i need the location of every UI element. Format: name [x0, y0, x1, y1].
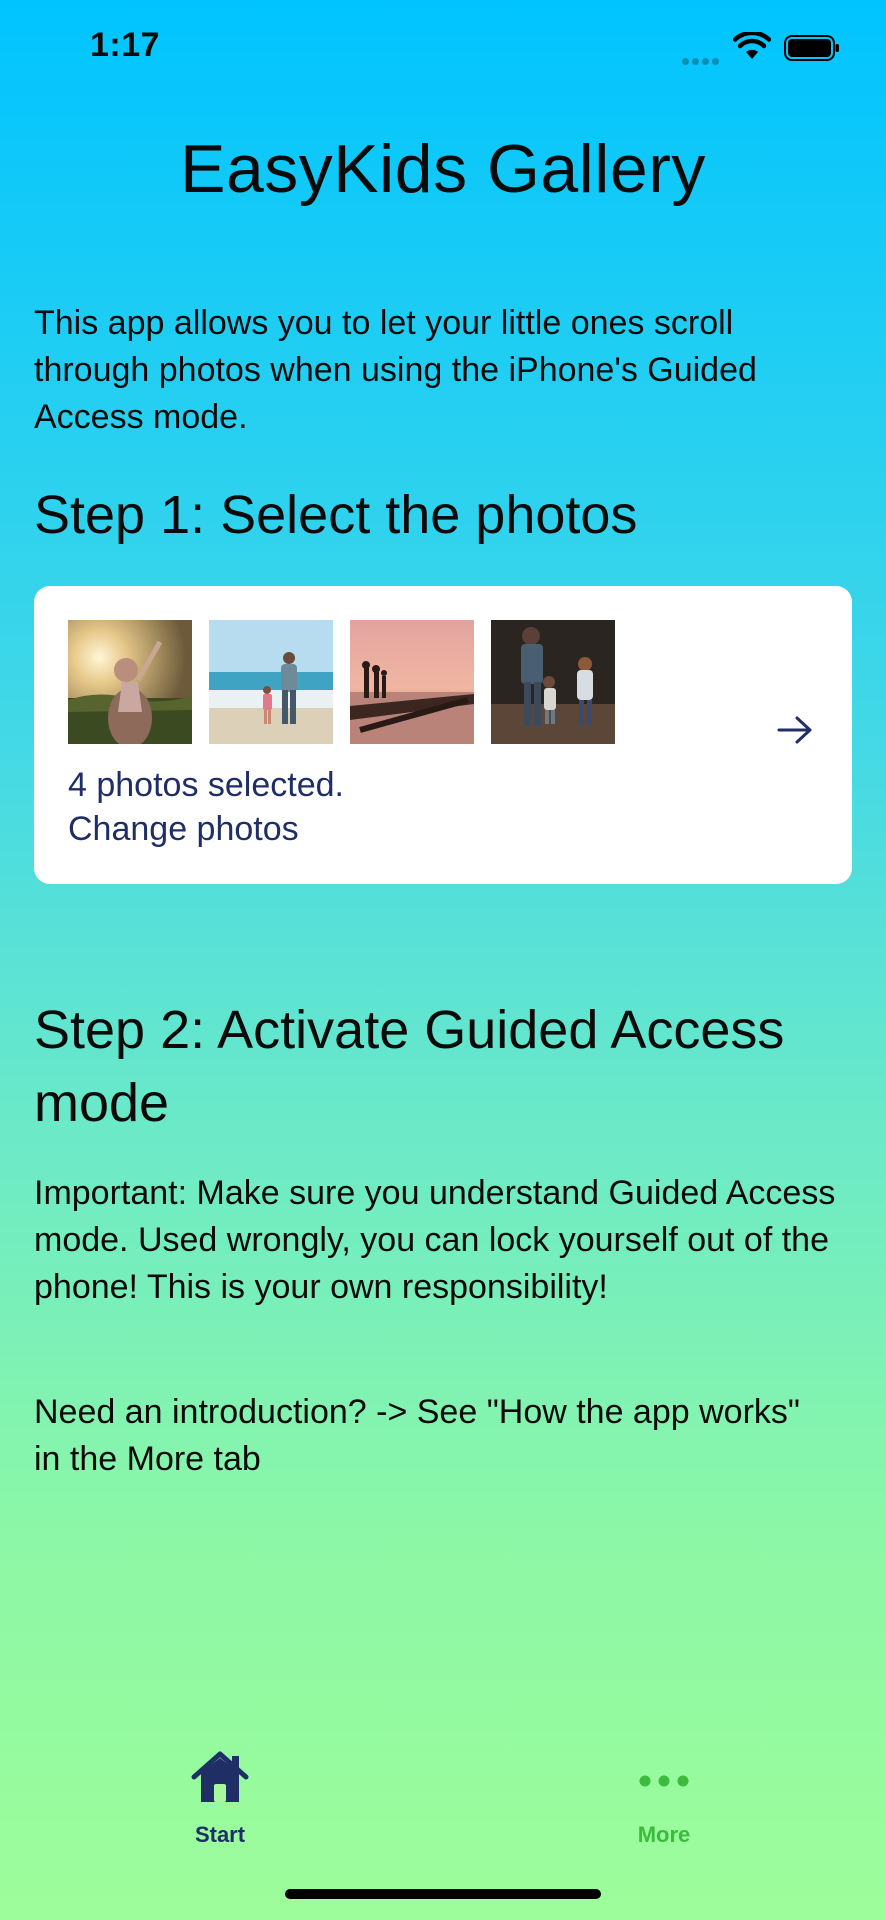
signal-dots-icon — [682, 52, 724, 65]
home-indicator[interactable] — [285, 1889, 601, 1899]
tab-start-label: Start — [194, 1822, 246, 1847]
intro-hint: Need an introduction? -> See "How the ap… — [34, 1393, 800, 1478]
app-title: EasyKids Gallery — [180, 131, 706, 207]
photos-selected-count: 4 photos selected. — [68, 766, 344, 804]
thumbnail-family-walking — [491, 620, 615, 744]
step2-heading: Step 2: Activate Guided Access mode — [34, 1000, 785, 1133]
home-icon — [191, 1751, 249, 1802]
tab-start[interactable]: Start — [120, 1750, 320, 1848]
important-warning: Important: Make sure you understand Guid… — [34, 1174, 836, 1306]
change-photos-link[interactable]: Change photos — [68, 810, 299, 849]
thumbnail-strip — [68, 620, 632, 744]
tab-more[interactable]: More — [564, 1750, 764, 1848]
tab-more-label: More — [637, 1822, 691, 1847]
arrow-right-icon[interactable] — [776, 714, 816, 746]
status-bar: 1:17 — [0, 0, 886, 100]
more-dots-icon — [639, 1775, 689, 1787]
battery-icon — [784, 35, 839, 61]
intro-text: This app allows you to let your little o… — [34, 304, 757, 436]
status-time: 1:17 — [90, 26, 161, 64]
step1-heading: Step 1: Select the photos — [34, 485, 638, 545]
thumbnail-pier-at-sunset — [350, 620, 474, 744]
thumbnail-parent-child-beach — [209, 620, 333, 744]
photo-selection-card[interactable]: 4 photos selected. Change photos — [34, 586, 852, 884]
wifi-icon — [733, 32, 771, 59]
thumbnail-child-at-sunset — [68, 620, 192, 744]
